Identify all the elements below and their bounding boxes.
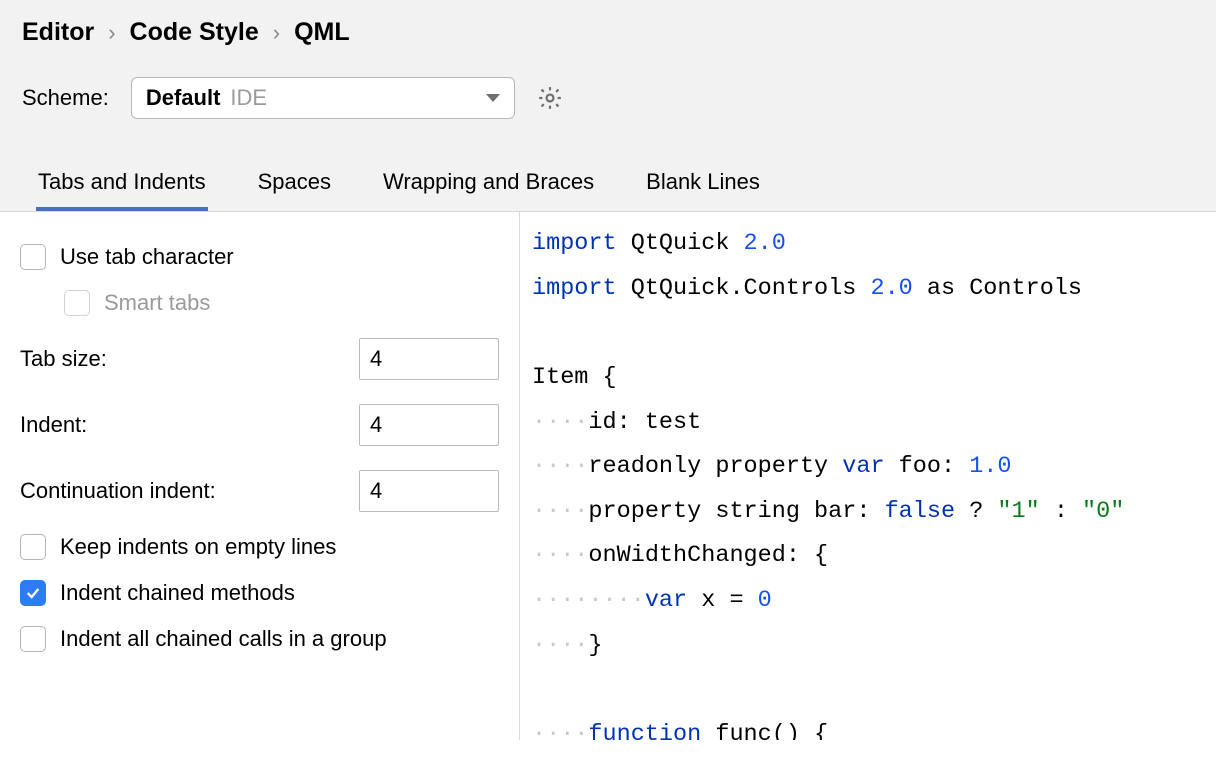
keep-indents-checkbox[interactable]	[20, 534, 46, 560]
settings-panel: Use tab character Smart tabs Tab size: I…	[0, 212, 520, 740]
keep-indents-label: Keep indents on empty lines	[60, 534, 336, 560]
continuation-indent-input[interactable]	[359, 470, 499, 512]
use-tab-checkbox[interactable]	[20, 244, 46, 270]
scheme-label: Scheme:	[22, 85, 109, 111]
breadcrumb-editor[interactable]: Editor	[22, 18, 94, 47]
use-tab-label: Use tab character	[60, 244, 234, 270]
scheme-tag: IDE	[230, 85, 267, 111]
code-preview: import QtQuick 2.0 import QtQuick.Contro…	[520, 212, 1216, 740]
tab-spaces[interactable]: Spaces	[256, 163, 333, 211]
smart-tabs-checkbox	[64, 290, 90, 316]
chevron-right-icon: ›	[108, 20, 115, 46]
indent-input[interactable]	[359, 404, 499, 446]
indent-chained-label: Indent chained methods	[60, 580, 295, 606]
breadcrumb: Editor › Code Style › QML	[22, 18, 1194, 47]
continuation-indent-label: Continuation indent:	[20, 478, 216, 504]
tab-size-input[interactable]	[359, 338, 499, 380]
indent-chained-checkbox[interactable]	[20, 580, 46, 606]
chevron-down-icon	[486, 94, 500, 102]
smart-tabs-label: Smart tabs	[104, 290, 210, 316]
indent-chained-group-checkbox[interactable]	[20, 626, 46, 652]
scheme-name: Default	[146, 85, 221, 111]
tab-bar: Tabs and Indents Spaces Wrapping and Bra…	[22, 163, 1194, 211]
tab-blank-lines[interactable]: Blank Lines	[644, 163, 762, 211]
tab-wrapping[interactable]: Wrapping and Braces	[381, 163, 596, 211]
tab-size-label: Tab size:	[20, 346, 107, 372]
indent-label: Indent:	[20, 412, 87, 438]
breadcrumb-qml[interactable]: QML	[294, 18, 350, 47]
indent-chained-group-label: Indent all chained calls in a group	[60, 626, 387, 652]
tab-tabs-indents[interactable]: Tabs and Indents	[36, 163, 208, 211]
chevron-right-icon: ›	[273, 20, 280, 46]
breadcrumb-codestyle[interactable]: Code Style	[130, 18, 259, 47]
scheme-dropdown[interactable]: Default IDE	[131, 77, 515, 119]
gear-icon[interactable]	[537, 85, 563, 111]
